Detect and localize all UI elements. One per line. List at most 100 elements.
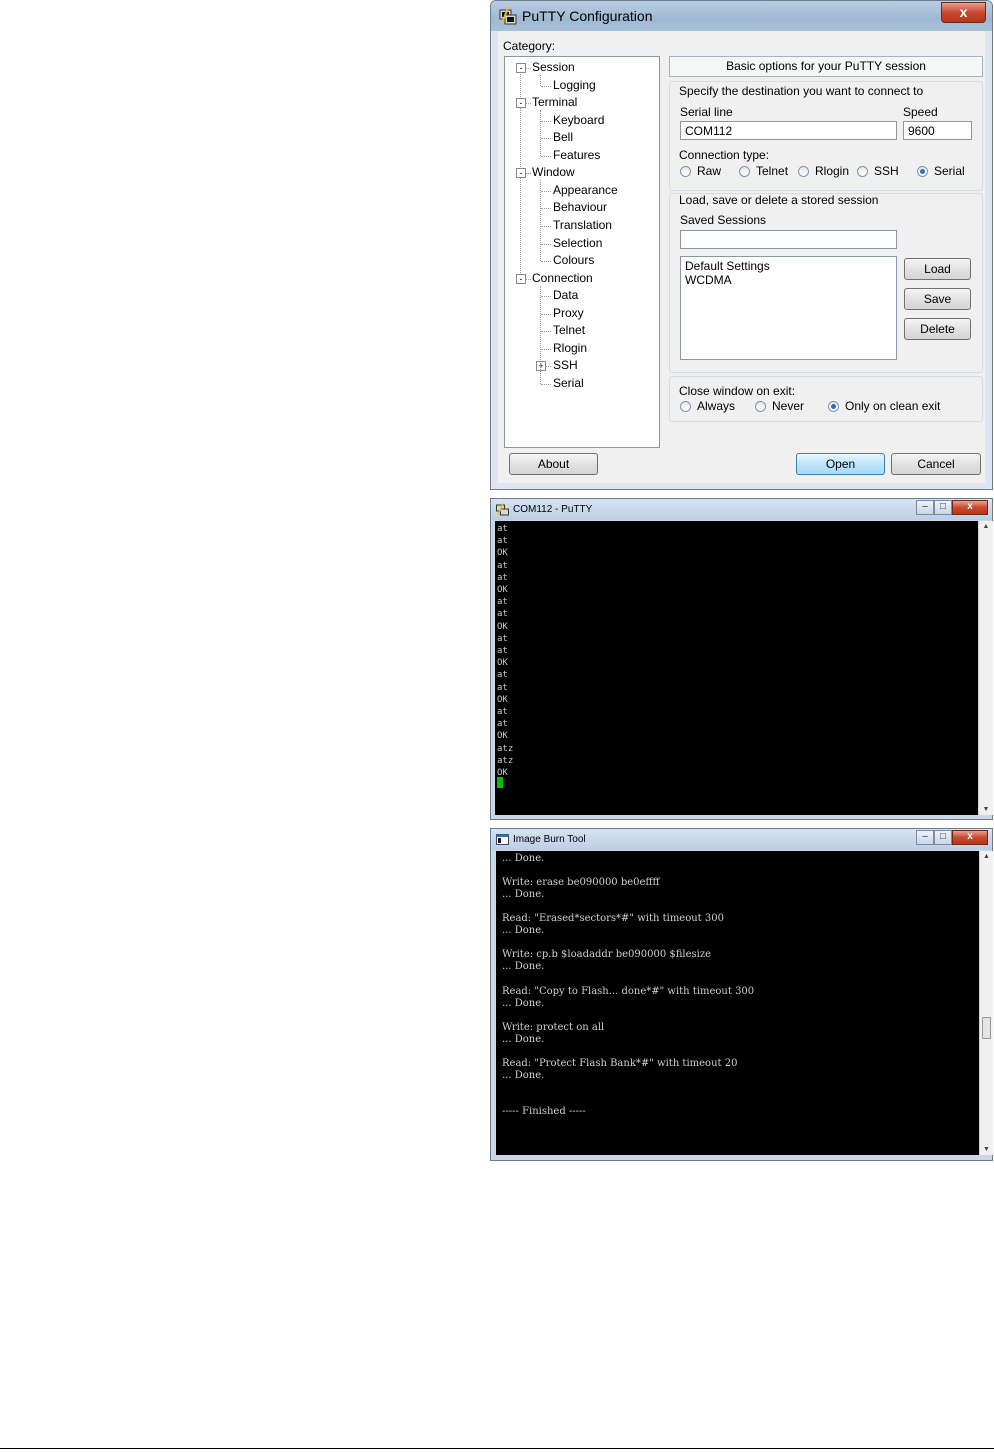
session-item[interactable]: WCDMA [685, 273, 892, 287]
close-icon[interactable]: x [941, 2, 986, 23]
tree-item-proxy[interactable]: Proxy [553, 306, 584, 320]
saved-sessions-list[interactable]: Default Settings WCDMA [680, 256, 897, 360]
tree-connector [541, 331, 551, 333]
conn-raw-radio[interactable] [680, 166, 691, 177]
tree-item-telnet[interactable]: Telnet [553, 323, 585, 337]
tree-item-session[interactable]: Session [532, 60, 575, 74]
delete-button[interactable]: Delete [904, 318, 971, 340]
cancel-button[interactable]: Cancel [891, 453, 981, 475]
scroll-thumb[interactable] [982, 1017, 991, 1039]
speed-input[interactable]: 9600 [903, 121, 972, 140]
tree-collapse-icon[interactable]: - [516, 98, 526, 109]
tree-connector [541, 348, 551, 350]
burn-tool-console[interactable]: ... Done. Write: erase be090000 be0effff… [496, 851, 979, 1155]
terminal-cursor [497, 777, 503, 788]
tree-connector [541, 383, 551, 385]
tree-connector [540, 285, 541, 384]
conn-ssh-label[interactable]: SSH [874, 164, 899, 178]
tree-item-translation[interactable]: Translation [553, 218, 612, 232]
tree-item-rlogin[interactable]: Rlogin [553, 341, 587, 355]
close-never-radio[interactable] [755, 401, 766, 412]
tree-connector [526, 173, 531, 175]
close-only-on-clean-exit-label[interactable]: Only on clean exit [845, 399, 940, 413]
tree-item-window[interactable]: Window [532, 165, 575, 179]
open-button[interactable]: Open [796, 453, 885, 475]
session-item[interactable]: Default Settings [685, 259, 892, 273]
scroll-down-icon[interactable]: ▼ [979, 806, 993, 813]
close-always-radio[interactable] [680, 401, 691, 412]
tree-item-ssh[interactable]: SSH [553, 358, 578, 372]
burn-tool-scrollbar[interactable]: ▲ ▼ [979, 851, 993, 1155]
putty-config-titlebar[interactable]: PuTTY Configuration x [491, 1, 992, 31]
minimize-icon[interactable]: – [916, 500, 934, 515]
tree-item-appearance[interactable]: Appearance [553, 183, 618, 197]
tree-connector [541, 138, 551, 140]
tree-connector [541, 208, 551, 210]
tree-item-keyboard[interactable]: Keyboard [553, 113, 604, 127]
connection-type-label: Connection type: [679, 148, 770, 162]
tree-collapse-icon[interactable]: - [516, 63, 526, 73]
putty-config-client: Category: - Session Logging - Terminal Keyboa… [498, 31, 985, 483]
load-button[interactable]: Load [904, 258, 971, 280]
tree-collapse-icon[interactable]: - [516, 168, 526, 179]
tree-connector [541, 313, 551, 315]
scroll-up-icon[interactable]: ▲ [979, 523, 993, 530]
close-always-label[interactable]: Always [697, 399, 735, 413]
burn-tool-titlebar[interactable]: Image Burn Tool – □ x [491, 829, 992, 850]
tree-connector [540, 75, 541, 86]
tree-connector [541, 261, 551, 263]
close-window-label: Close window on exit: [679, 384, 796, 398]
burn-tool-title: Image Burn Tool [513, 834, 586, 845]
conn-ssh-radio[interactable] [857, 166, 868, 177]
save-button[interactable]: Save [904, 288, 971, 310]
maximize-icon[interactable]: □ [934, 500, 952, 515]
close-icon[interactable]: x [952, 500, 988, 515]
page-bottom-rule [0, 1448, 994, 1449]
close-icon[interactable]: x [952, 830, 988, 845]
serial-line-input[interactable]: COM112 [680, 121, 897, 140]
tree-connector [541, 296, 551, 298]
conn-serial-radio[interactable] [917, 166, 928, 177]
burn-tool-output: ... Done. Write: erase be090000 be0effff… [502, 853, 755, 1117]
tree-connector [541, 225, 551, 227]
category-tree[interactable]: - Session Logging - Terminal Keyboard Bell Feat… [504, 56, 660, 448]
window-title: PuTTY Configuration [522, 8, 653, 24]
tree-item-logging[interactable]: Logging [553, 78, 596, 92]
tree-collapse-icon[interactable]: - [516, 273, 526, 284]
tree-connector [526, 68, 531, 69]
tree-expand-icon[interactable]: + [536, 361, 546, 372]
close-never-label[interactable]: Never [772, 399, 804, 413]
maximize-icon[interactable]: □ [934, 830, 952, 845]
conn-raw-label[interactable]: Raw [697, 164, 721, 178]
putty-config-window: PuTTY Configuration x Category: - Session… [490, 0, 993, 490]
tree-item-colours[interactable]: Colours [553, 253, 594, 267]
tree-item-data[interactable]: Data [553, 288, 578, 302]
conn-rlogin-radio[interactable] [798, 166, 809, 177]
conn-telnet-radio[interactable] [739, 166, 750, 177]
tree-connector [526, 278, 531, 280]
tree-item-selection[interactable]: Selection [553, 236, 602, 250]
tree-item-bell[interactable]: Bell [553, 130, 573, 144]
tree-connector [541, 120, 551, 122]
tree-item-features[interactable]: Features [553, 148, 600, 162]
tree-item-behaviour[interactable]: Behaviour [553, 200, 607, 214]
scroll-down-icon[interactable]: ▼ [980, 1146, 993, 1153]
terminal-output: at at OK at at OK at at OK at at OK at a… [497, 524, 514, 779]
tree-connector [540, 180, 541, 262]
minimize-icon[interactable]: – [916, 830, 934, 845]
terminal-scrollbar[interactable]: ▲ ▼ [978, 521, 993, 815]
tree-item-serial[interactable]: Serial [553, 376, 584, 390]
tree-item-connection[interactable]: Connection [532, 271, 593, 285]
conn-serial-label[interactable]: Serial [934, 164, 965, 178]
conn-telnet-label[interactable]: Telnet [756, 164, 788, 178]
terminal-screen[interactable]: at at OK at at OK at at OK at at OK at a… [495, 521, 978, 815]
terminal-titlebar[interactable]: COM112 - PuTTY – □ x [491, 499, 992, 520]
tree-item-terminal[interactable]: Terminal [532, 95, 577, 109]
conn-rlogin-label[interactable]: Rlogin [815, 164, 849, 178]
tree-connector [526, 103, 531, 105]
close-only-on-clean-exit-radio[interactable] [828, 401, 839, 412]
saved-sessions-input[interactable] [680, 230, 897, 249]
tree-connector [541, 155, 551, 157]
scroll-up-icon[interactable]: ▲ [980, 853, 993, 860]
about-button[interactable]: About [509, 453, 598, 475]
